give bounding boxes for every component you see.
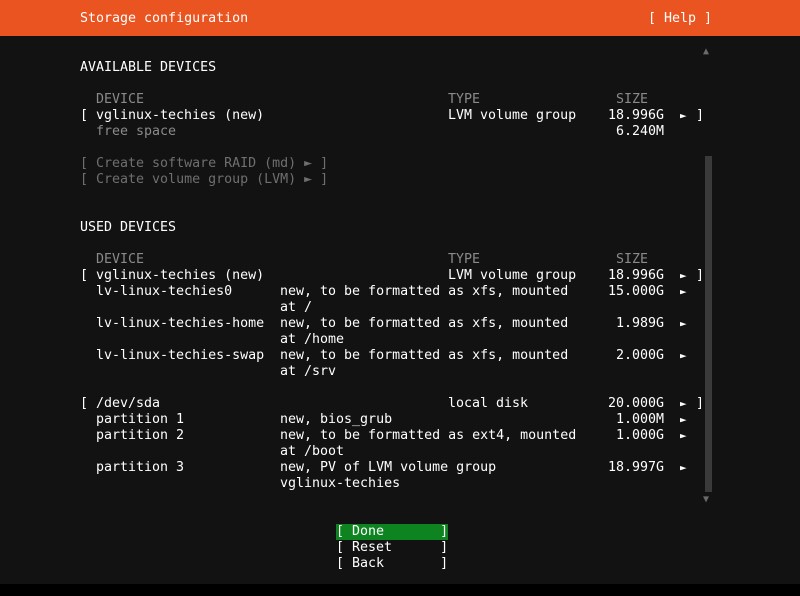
partition-description: new, to be formatted as ext4, mounted bbox=[280, 428, 577, 443]
partition-name: partition 3 bbox=[96, 460, 185, 475]
lv-size: 1.989G bbox=[616, 316, 665, 331]
row-close-bracket: ] bbox=[696, 268, 705, 283]
disk-menu-arrow-icon[interactable]: ► bbox=[680, 396, 687, 412]
available-devices-heading: AVAILABLE DEVICES bbox=[80, 60, 217, 75]
lv-name: lv-linux-techies-swap bbox=[96, 348, 265, 363]
free-space-size: 6.240M bbox=[616, 124, 665, 139]
partition-menu-arrow-icon[interactable]: ► bbox=[680, 460, 687, 476]
vg-name: vglinux-techies (new) bbox=[96, 108, 265, 123]
vg-type: LVM volume group bbox=[448, 108, 577, 123]
available-col-device: DEVICE bbox=[96, 92, 145, 107]
create-raid-button[interactable]: [ Create software RAID (md) ► ] bbox=[80, 156, 328, 172]
vg-name: vglinux-techies (new) bbox=[96, 268, 265, 283]
available-col-size: SIZE bbox=[616, 92, 649, 107]
lv-name: lv-linux-techies0 bbox=[96, 284, 233, 299]
lv-menu-arrow-icon[interactable]: ► bbox=[680, 284, 687, 300]
lv-description: new, to be formatted as xfs, mounted bbox=[280, 316, 569, 331]
lv-menu-arrow-icon[interactable]: ► bbox=[680, 348, 687, 364]
lv-description: new, to be formatted as xfs, mounted bbox=[280, 348, 569, 363]
partition-description: new, bios_grub bbox=[280, 412, 393, 427]
lv-mount: at /home bbox=[280, 332, 345, 347]
row-close-bracket: ] bbox=[696, 396, 705, 411]
partition-name: partition 2 bbox=[96, 428, 185, 443]
reset-button[interactable]: [ Reset ] bbox=[336, 540, 448, 556]
vg-type: LVM volume group bbox=[448, 268, 577, 283]
lv-menu-arrow-icon[interactable]: ► bbox=[680, 316, 687, 332]
disk-name: /dev/sda bbox=[96, 396, 161, 411]
lv-size: 2.000G bbox=[616, 348, 665, 363]
lv-size: 15.000G bbox=[608, 284, 665, 299]
available-col-type: TYPE bbox=[448, 92, 481, 107]
bottom-strip bbox=[0, 584, 800, 596]
partition-menu-arrow-icon[interactable]: ► bbox=[680, 412, 687, 428]
create-volume-group-button[interactable]: [ Create volume group (LVM) ► ] bbox=[80, 172, 328, 188]
partition-description: new, PV of LVM volume group bbox=[280, 460, 497, 475]
used-col-type: TYPE bbox=[448, 252, 481, 267]
partition-volume-group: vglinux-techies bbox=[280, 476, 401, 491]
lv-mount: at / bbox=[280, 300, 313, 315]
row-open-bracket: [ bbox=[80, 396, 89, 411]
vg-size: 18.996G bbox=[608, 108, 665, 123]
done-button[interactable]: [ Done ] bbox=[336, 524, 448, 540]
lv-mount: at /srv bbox=[280, 364, 337, 379]
vg-menu-arrow-icon[interactable]: ► bbox=[680, 108, 687, 124]
scroll-down-icon[interactable]: ▼ bbox=[703, 492, 709, 508]
used-col-size: SIZE bbox=[616, 252, 649, 267]
vg-menu-arrow-icon[interactable]: ► bbox=[680, 268, 687, 284]
used-devices-heading: USED DEVICES bbox=[80, 220, 177, 235]
storage-panel: AVAILABLE DEVICES DEVICE TYPE SIZE [ vgl… bbox=[0, 36, 800, 584]
scrollbar-thumb[interactable] bbox=[705, 156, 712, 492]
partition-size: 1.000M bbox=[616, 412, 665, 427]
row-open-bracket: [ bbox=[80, 268, 89, 283]
partition-menu-arrow-icon[interactable]: ► bbox=[680, 428, 687, 444]
row-open-bracket: [ bbox=[80, 108, 89, 123]
partition-size: 18.997G bbox=[608, 460, 665, 475]
page-title: Storage configuration bbox=[80, 11, 249, 26]
free-space-label: free space bbox=[96, 124, 177, 139]
partition-mount: at /boot bbox=[280, 444, 345, 459]
disk-size: 20.000G bbox=[608, 396, 665, 411]
disk-type: local disk bbox=[448, 396, 529, 411]
scroll-up-icon[interactable]: ▲ bbox=[703, 44, 709, 60]
partition-name: partition 1 bbox=[96, 412, 185, 427]
partition-size: 1.000G bbox=[616, 428, 665, 443]
installer-screen: Storage configuration [ Help ] AVAILABLE… bbox=[0, 0, 800, 596]
row-close-bracket: ] bbox=[696, 108, 705, 123]
lv-name: lv-linux-techies-home bbox=[96, 316, 265, 331]
used-col-device: DEVICE bbox=[96, 252, 145, 267]
lv-description: new, to be formatted as xfs, mounted bbox=[280, 284, 569, 299]
title-bar: Storage configuration [ Help ] bbox=[0, 0, 800, 36]
help-button[interactable]: [ Help ] bbox=[648, 11, 712, 27]
back-button[interactable]: [ Back ] bbox=[336, 556, 448, 572]
vg-size: 18.996G bbox=[608, 268, 665, 283]
